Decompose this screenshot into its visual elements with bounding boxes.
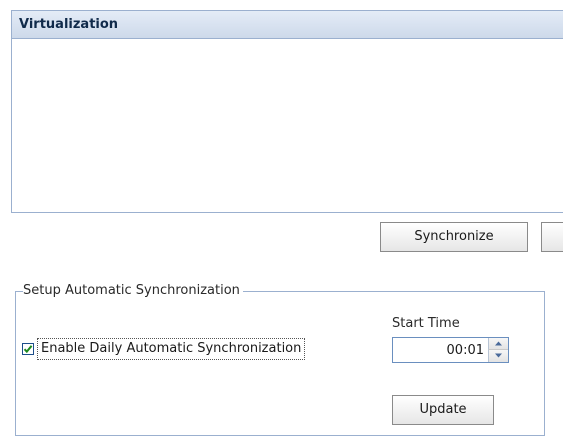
- spin-down-arrow-icon: [495, 353, 502, 358]
- spin-up-arrow-icon: [495, 341, 502, 346]
- check-icon: [23, 345, 33, 354]
- virtualization-panel: Virtualization: [11, 10, 563, 213]
- panel-title: Virtualization: [12, 11, 563, 39]
- fieldset-legend: Setup Automatic Synchronization: [23, 282, 243, 300]
- start-time-spinner: [392, 337, 509, 363]
- start-time-label: Start Time: [392, 316, 460, 331]
- start-time-input[interactable]: [393, 338, 486, 362]
- spin-down-button[interactable]: [488, 350, 508, 362]
- partially-visible-button[interactable]: A: [541, 222, 563, 252]
- enable-daily-sync-checkbox[interactable]: [22, 343, 34, 355]
- update-button[interactable]: Update: [392, 395, 494, 425]
- virtualization-settings-page: Virtualization Synchronize A Setup Autom…: [0, 0, 563, 445]
- spin-up-button[interactable]: [488, 338, 508, 350]
- synchronize-button[interactable]: Synchronize: [380, 222, 528, 252]
- enable-daily-sync-label[interactable]: Enable Daily Automatic Synchronization: [37, 338, 306, 360]
- panel-content-area: [12, 39, 563, 212]
